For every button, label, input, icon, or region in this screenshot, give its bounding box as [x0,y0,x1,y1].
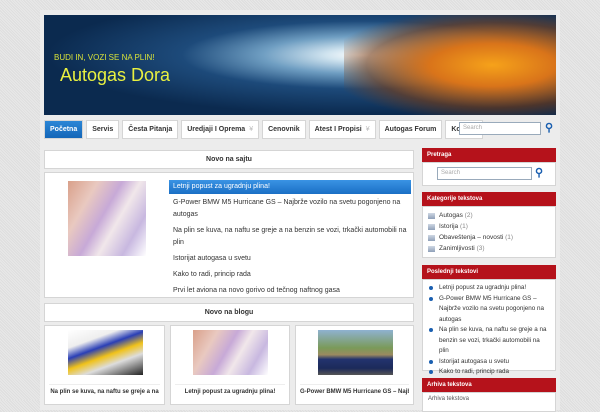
widget-search: Search ⚲ [422,162,556,186]
folder-icon [428,235,435,241]
chevron-down-icon: ¥ [249,126,254,133]
folder-icon [428,224,435,230]
recent-post-link[interactable]: Na plin se kuva, na naftu se greje a na … [439,326,546,354]
category-label[interactable]: Zanimljivosti [439,245,475,252]
news-item[interactable]: G-Power BMW M5 Hurricane GS – Najbrže vo… [169,196,411,222]
nav-label: Atest I Propisi [314,126,362,133]
widget-archive-title: Arhiva tekstova [422,378,556,392]
news-item[interactable]: Na plin se kuva, na naftu se greje a na … [169,224,411,250]
nav-uredjaji[interactable]: Uredjaji I Oprema ¥ [181,120,260,139]
category-count: (1) [505,234,514,241]
recent-post-link[interactable]: G-Power BMW M5 Hurricane GS – Najbrže vo… [439,295,544,323]
recent-post[interactable]: Na plin se kuva, na naftu se greje a na … [423,325,555,357]
category-item[interactable]: Autogas (2) [423,210,555,221]
blog-card-title[interactable]: G-Power BMW M5 Hurricane GS – Najbrže [300,384,409,395]
search-icon[interactable]: ⚲ [535,166,543,179]
search-icon[interactable]: ⚲ [545,121,553,134]
category-count: (3) [476,245,485,252]
nav-cenovnik[interactable]: Cenovnik [262,120,306,139]
widget-recent: Letnji popust za ugradnju plina! G-Power… [422,279,556,375]
news-item[interactable]: Letnji popust za ugradnju plina! [169,180,411,194]
sidebar-search-input[interactable]: Search [437,167,532,180]
news-item[interactable]: Prvi let aviona na novo gorivo od tečnog… [169,284,411,298]
blog-card[interactable]: Letnji popust za ugradnju plina! [170,325,290,405]
blog-card-title[interactable]: Letnji popust za ugradnju plina! [175,384,285,395]
category-item[interactable]: Zanimljivosti (3) [423,243,555,254]
category-count: (1) [459,223,468,230]
blog-card[interactable]: Na plin se kuva, na naftu se greje a na [44,325,165,405]
nav-forum[interactable]: Autogas Forum [378,120,443,139]
widget-search-title: Pretraga [422,148,556,162]
page: BUDI IN, VOZI SE NA PLIN! Autogas Dora P… [40,10,560,412]
category-label[interactable]: Istorija [439,223,458,230]
recent-post[interactable]: G-Power BMW M5 Hurricane GS – Najbrže vo… [423,294,555,326]
category-item[interactable]: Istorija (1) [423,221,555,232]
widget-categories-title: Kategorije tekstova [422,192,556,206]
site-title[interactable]: Autogas Dora [60,65,170,86]
widget-recent-title: Poslednji tekstovi [422,265,556,279]
news-item[interactable]: Kako to radi, princip rada [169,268,411,282]
header-search-input[interactable]: Search [459,122,541,135]
news-item[interactable]: Istorijat autogasa u svetu [169,252,411,266]
chevron-down-icon: ¥ [365,126,370,133]
category-item[interactable]: Obaveštenja – novosti (1) [423,232,555,243]
nav-servis[interactable]: Servis [86,120,120,139]
blog-heading: Novo na blogu [44,303,414,322]
category-count: (2) [464,212,473,219]
category-label[interactable]: Autogas [439,212,463,219]
folder-icon [428,213,435,219]
recent-post[interactable]: Istorijat autogasa u svetu [423,357,555,368]
recent-post[interactable]: Kako to radi, princip rada [423,367,555,378]
bullet-icon [429,296,433,301]
main-nav: Početna Servis Česta Pitanja Uredjaji I … [44,120,484,139]
bullet-icon [429,359,433,364]
blog-card-image[interactable] [317,330,393,375]
site-tagline: BUDI IN, VOZI SE NA PLIN! [54,53,155,62]
bullet-icon [429,370,433,374]
site-news-panel: Letnji popust za ugradnju plina! G-Power… [44,172,414,298]
archive-select[interactable]: Arhiva tekstova [422,392,556,412]
bullet-icon [429,328,433,332]
header-banner: BUDI IN, VOZI SE NA PLIN! Autogas Dora [44,15,556,115]
folder-icon [428,246,435,252]
bullet-icon [429,286,433,290]
recent-post[interactable]: Letnji popust za ugradnju plina! [423,283,555,294]
recent-post-link[interactable]: Letnji popust za ugradnju plina! [439,284,526,291]
nav-cesta-pitanja[interactable]: Česta Pitanja [122,120,179,139]
blog-card-title[interactable]: Na plin se kuva, na naftu se greje a na [49,384,160,395]
nav-atest[interactable]: Atest I Propisi ¥ [308,120,376,139]
site-news-heading: Novo na sajtu [44,150,414,169]
recent-post-link[interactable]: Kako to radi, princip rada [439,368,509,375]
blog-card-image[interactable] [67,330,143,375]
site-news-list: Letnji popust za ugradnju plina! G-Power… [169,180,411,300]
news-image[interactable] [68,181,146,256]
blog-card[interactable]: G-Power BMW M5 Hurricane GS – Najbrže [295,325,414,405]
recent-post-link[interactable]: Istorijat autogasa u svetu [439,358,509,365]
blog-card-image[interactable] [193,330,268,375]
category-label[interactable]: Obaveštenja – novosti [439,234,503,241]
nav-pocetna[interactable]: Početna [44,120,84,139]
widget-categories: Autogas (2) Istorija (1) Obaveštenja – n… [422,206,556,258]
nav-label: Uredjaji I Oprema [187,126,246,133]
